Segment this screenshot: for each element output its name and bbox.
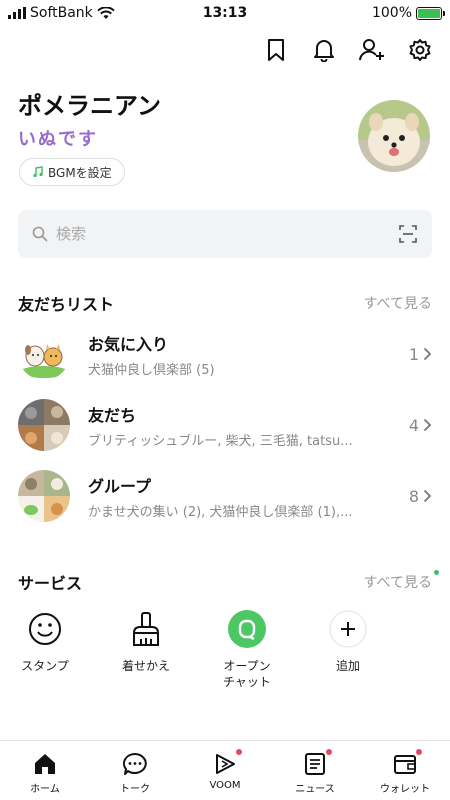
service-stamp[interactable]: スタンプ bbox=[10, 610, 80, 674]
favorites-name: お気に入り bbox=[88, 334, 169, 354]
chevron-right-icon bbox=[423, 418, 432, 432]
service-openchat-label-line1: オープン bbox=[223, 659, 271, 673]
settings-icon[interactable] bbox=[406, 36, 434, 64]
services-see-all-link[interactable]: すべて見る bbox=[363, 570, 439, 592]
bgm-button[interactable]: BGMを設定 bbox=[19, 158, 125, 186]
friends-text: 友だち ブリティッシュブルー, 柴犬, 三毛猫, tatsu... bbox=[88, 402, 401, 449]
profile-section: ポメラニアン いぬです BGMを設定 bbox=[18, 86, 432, 186]
status-bar: SoftBank 13:13 100% bbox=[0, 0, 450, 28]
groups-count-value: 8 bbox=[408, 486, 419, 506]
news-icon bbox=[302, 749, 332, 777]
friends-name: 友だち bbox=[88, 405, 137, 425]
battery-percent: 100% bbox=[371, 5, 412, 21]
services-see-all-label: すべて見る bbox=[363, 575, 432, 591]
tab-talk-label: トーク bbox=[120, 784, 150, 795]
bell-icon[interactable] bbox=[310, 36, 338, 64]
favorites-thumbnail bbox=[18, 328, 70, 380]
friend-row-groups[interactable]: グループ かませ犬の集い (2), 犬猫仲良し倶楽部 (1),... 8 bbox=[18, 468, 432, 524]
friends-thumbnail bbox=[18, 399, 70, 451]
services-section-header: サービス すべて見る bbox=[18, 570, 439, 594]
smiley-icon bbox=[26, 610, 64, 648]
voom-icon bbox=[212, 749, 242, 777]
groups-name: グループ bbox=[88, 476, 152, 496]
service-openchat-label-line2: チャット bbox=[223, 675, 271, 689]
friends-section-title: 友だちリスト bbox=[18, 295, 115, 314]
search-bar[interactable] bbox=[18, 210, 432, 258]
home-icon bbox=[32, 751, 58, 777]
tab-home-label: ホーム bbox=[30, 784, 60, 795]
wallet-icon bbox=[392, 749, 422, 777]
bookmark-icon[interactable] bbox=[262, 36, 290, 64]
chat-icon bbox=[122, 751, 148, 777]
chevron-right-icon bbox=[423, 489, 432, 503]
tab-wallet[interactable]: ウォレット bbox=[360, 741, 450, 800]
tab-home[interactable]: ホーム bbox=[0, 741, 90, 800]
top-action-bar bbox=[262, 36, 434, 64]
service-add[interactable]: 追加 bbox=[313, 610, 383, 674]
tab-talk[interactable]: トーク bbox=[90, 741, 180, 800]
wallet-badge bbox=[416, 749, 422, 755]
friends-count-value: 4 bbox=[408, 415, 419, 435]
favorites-subtitle: 犬猫仲良し倶楽部 (5) bbox=[88, 362, 215, 378]
tab-wallet-label: ウォレット bbox=[380, 784, 430, 795]
status-right: 100% bbox=[371, 5, 445, 21]
bgm-label: BGMを設定 bbox=[48, 165, 112, 180]
service-theme-label: 着せかえ bbox=[121, 659, 170, 673]
friend-row-friends[interactable]: 友だち ブリティッシュブルー, 柴犬, 三毛猫, tatsu... 4 bbox=[18, 397, 432, 453]
groups-subtitle: かませ犬の集い (2), 犬猫仲良し倶楽部 (1),... bbox=[88, 504, 353, 520]
friends-see-all-link[interactable]: すべて見る bbox=[364, 293, 432, 313]
favorites-text: お気に入り 犬猫仲良し倶楽部 (5) bbox=[88, 331, 401, 378]
chevron-right-icon bbox=[423, 347, 432, 361]
service-add-label: 追加 bbox=[335, 659, 360, 673]
favorites-count: 1 bbox=[409, 345, 432, 364]
friends-subtitle: ブリティッシュブルー, 柴犬, 三毛猫, tatsu... bbox=[88, 433, 353, 449]
brush-icon bbox=[127, 610, 165, 648]
qr-scan-icon[interactable] bbox=[398, 224, 418, 244]
battery-icon bbox=[416, 6, 445, 20]
services-section-title: サービス bbox=[18, 574, 83, 593]
voom-badge bbox=[236, 749, 242, 755]
service-openchat-label: オープン チャット bbox=[212, 658, 282, 690]
services-grid: スタンプ 着せかえ オープン チャット 追加 bbox=[0, 610, 450, 700]
news-badge bbox=[326, 749, 332, 755]
groups-count: 8 bbox=[409, 487, 432, 506]
friend-row-favorites[interactable]: お気に入り 犬猫仲良し倶楽部 (5) 1 bbox=[18, 326, 432, 382]
bottom-tab-bar: ホーム トーク VOOM ニュース ウォレット bbox=[0, 740, 450, 800]
tab-voom[interactable]: VOOM bbox=[180, 741, 270, 800]
service-theme[interactable]: 着せかえ bbox=[111, 610, 181, 674]
groups-thumbnail bbox=[18, 470, 70, 522]
add-friend-icon[interactable] bbox=[358, 36, 386, 64]
groups-text: グループ かませ犬の集い (2), 犬猫仲良し倶楽部 (1),... bbox=[88, 473, 401, 520]
music-note-icon bbox=[33, 166, 43, 178]
service-openchat[interactable]: オープン チャット bbox=[212, 610, 282, 690]
openchat-icon bbox=[228, 610, 266, 648]
search-icon bbox=[32, 226, 48, 242]
tab-news[interactable]: ニュース bbox=[270, 741, 360, 800]
friends-section-header: 友だちリスト すべて見る bbox=[18, 291, 432, 315]
tab-news-label: ニュース bbox=[295, 784, 335, 795]
search-input[interactable] bbox=[56, 225, 398, 243]
tab-voom-label: VOOM bbox=[209, 780, 241, 791]
profile-avatar[interactable] bbox=[358, 100, 430, 172]
service-stamp-label: スタンプ bbox=[21, 659, 69, 673]
favorites-count-value: 1 bbox=[408, 344, 419, 364]
new-indicator-dot bbox=[434, 570, 439, 575]
plus-icon bbox=[329, 610, 367, 648]
friends-count: 4 bbox=[409, 416, 432, 435]
